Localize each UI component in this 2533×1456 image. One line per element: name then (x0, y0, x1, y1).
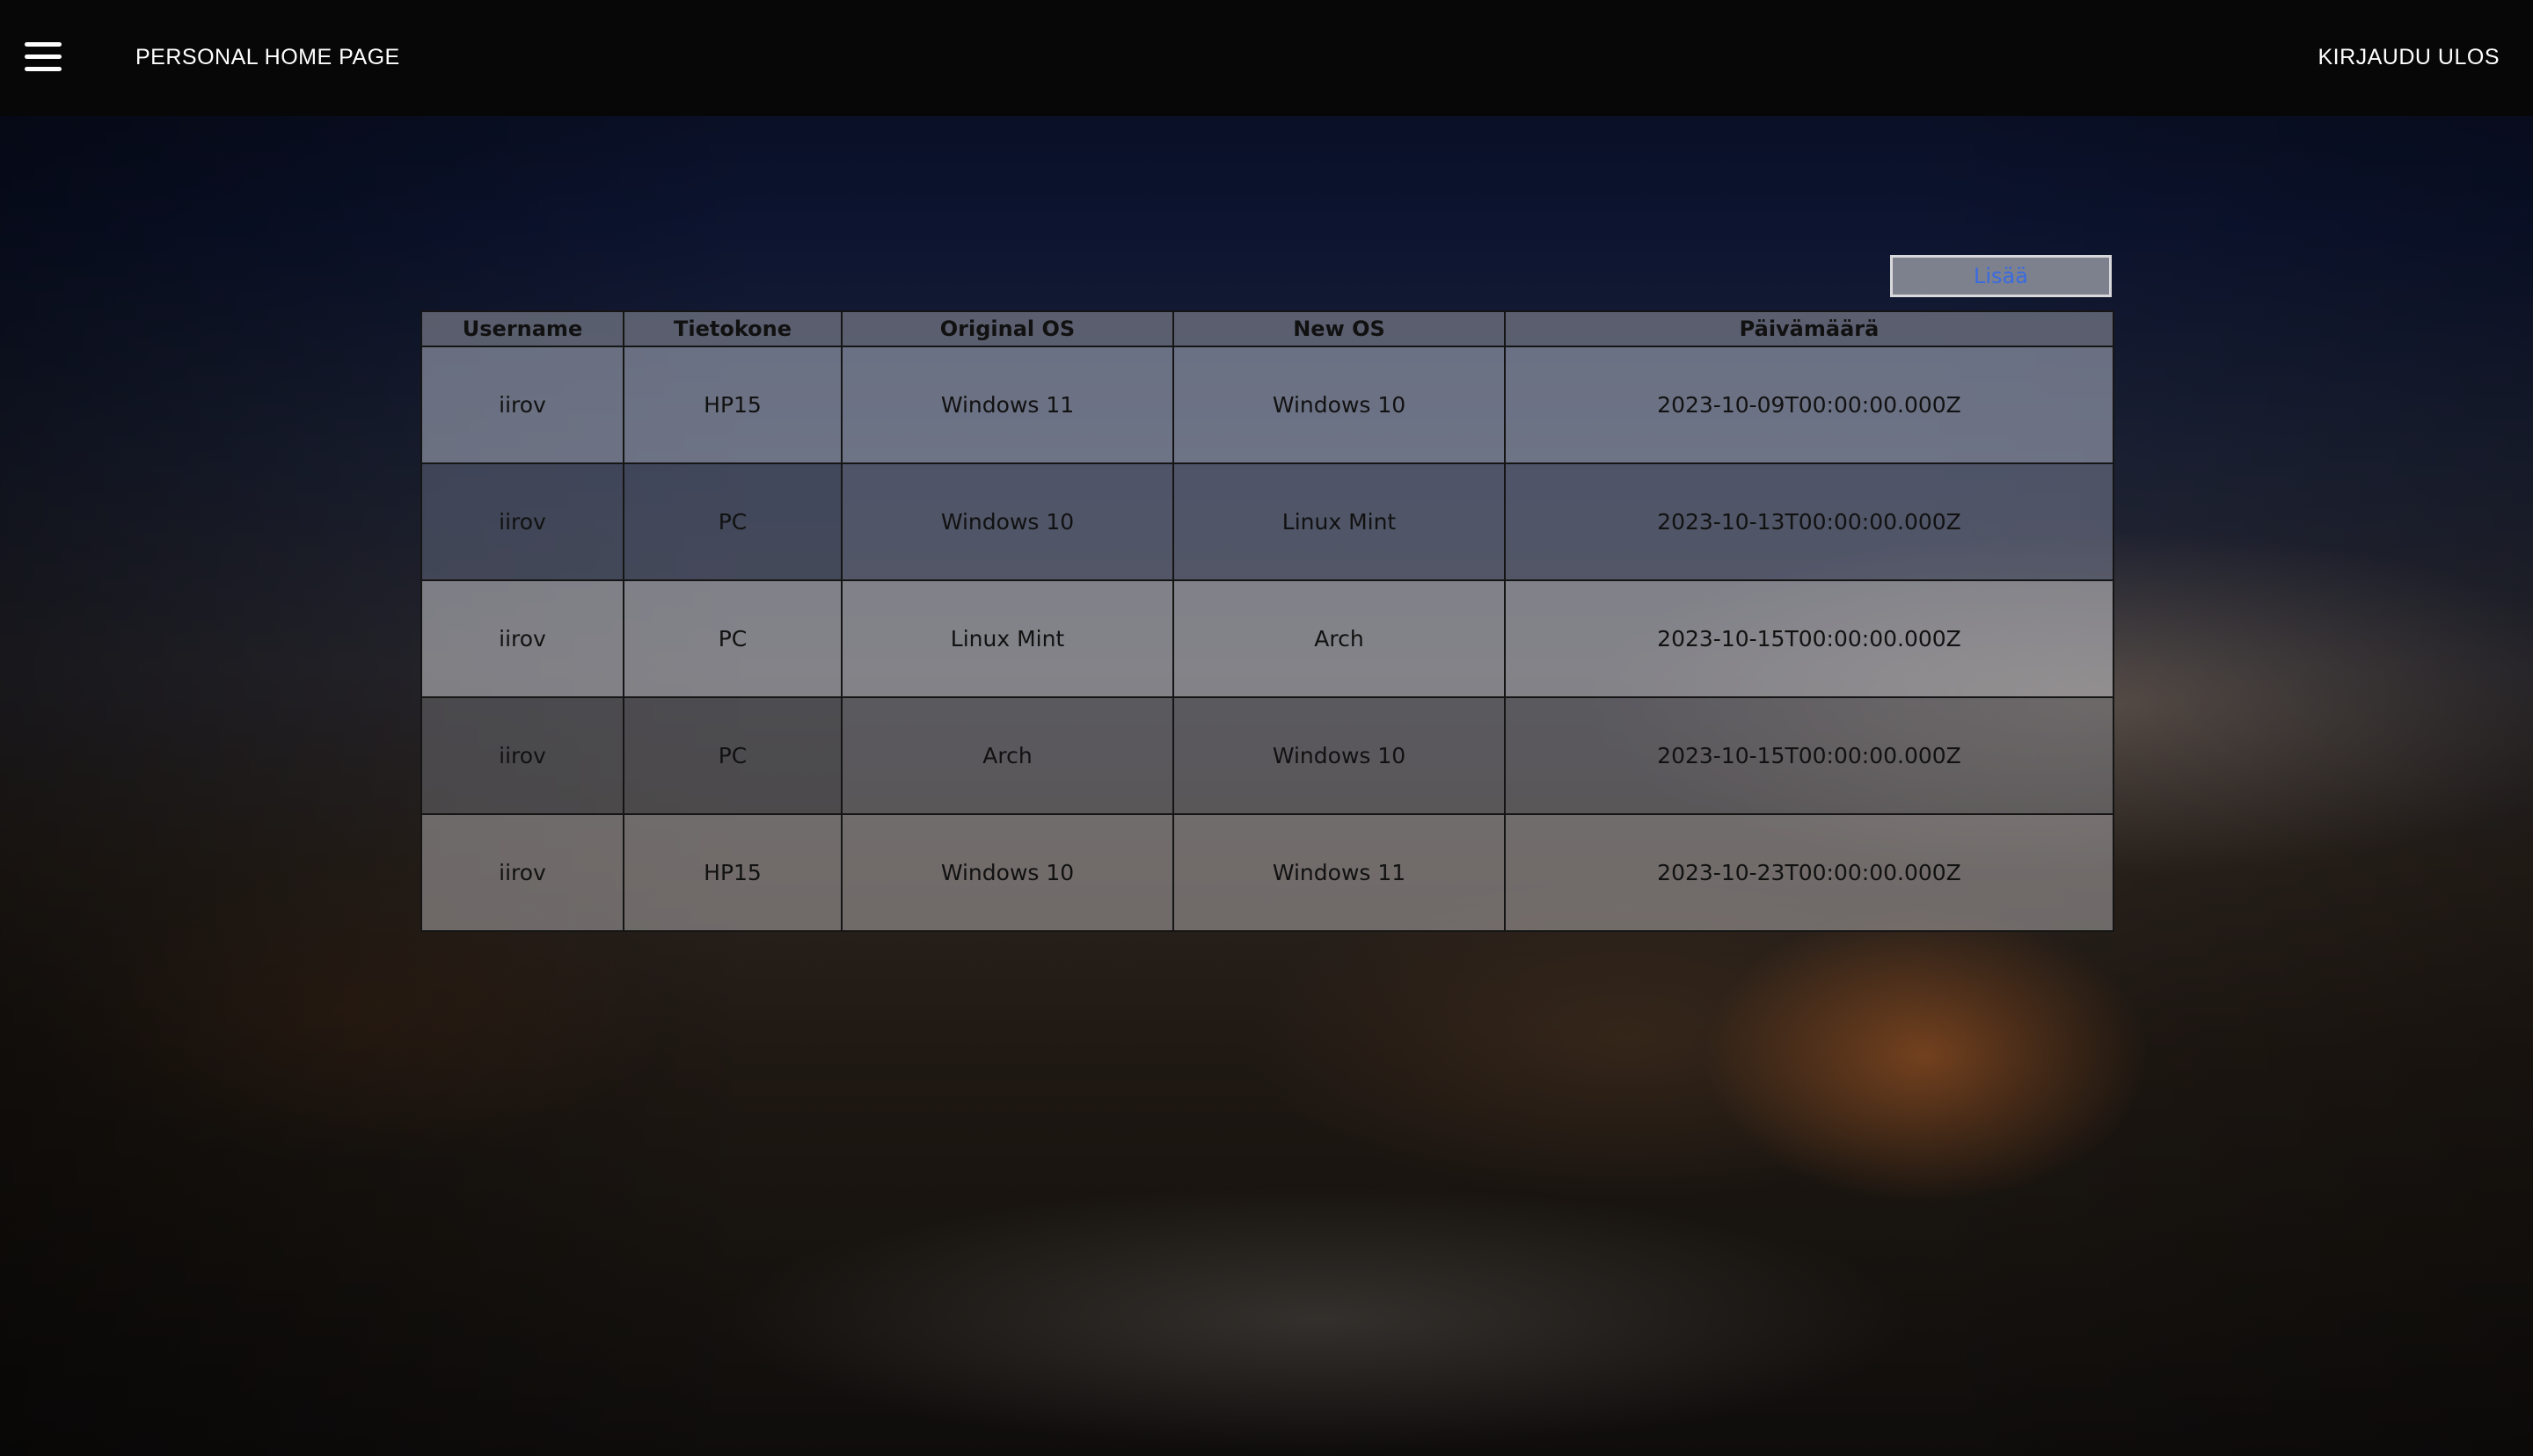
cell-original-os: Windows 11 (841, 346, 1174, 464)
cell-tietokone: HP15 (623, 346, 843, 464)
cell-date: 2023-10-09T00:00:00.000Z (1504, 346, 2114, 464)
table-header-row: Username Tietokone Original OS New OS Pä… (420, 310, 2114, 347)
cell-original-os: Linux Mint (841, 579, 1174, 698)
cell-tietokone: PC (623, 462, 843, 581)
cell-username: iirov (420, 462, 624, 581)
cell-date: 2023-10-13T00:00:00.000Z (1504, 462, 2114, 581)
cell-tietokone: HP15 (623, 813, 843, 932)
logout-link[interactable]: KIRJAUDU ULOS (2318, 42, 2500, 72)
table-row: iirov HP15 Windows 10 Windows 11 2023-10… (420, 813, 2114, 932)
cell-username: iirov (420, 579, 624, 698)
cell-original-os: Windows 10 (841, 813, 1174, 932)
cell-new-os: Windows 11 (1172, 813, 1506, 932)
cell-date: 2023-10-15T00:00:00.000Z (1504, 579, 2114, 698)
hamburger-bar (25, 42, 62, 47)
hamburger-bar (25, 55, 62, 59)
table-row: iirov PC Windows 10 Linux Mint 2023-10-1… (420, 462, 2114, 581)
cell-date: 2023-10-15T00:00:00.000Z (1504, 696, 2114, 815)
cell-original-os: Windows 10 (841, 462, 1174, 581)
top-navbar: PERSONAL HOME PAGE KIRJAUDU ULOS (0, 0, 2533, 116)
cell-original-os: Arch (841, 696, 1174, 815)
hamburger-menu-icon[interactable] (25, 42, 62, 72)
cell-tietokone: PC (623, 696, 843, 815)
column-header-username: Username (420, 310, 624, 347)
records-table: Username Tietokone Original OS New OS Pä… (420, 310, 2114, 932)
column-header-original-os: Original OS (841, 310, 1174, 347)
column-header-new-os: New OS (1172, 310, 1506, 347)
cell-username: iirov (420, 813, 624, 932)
table-row: iirov PC Arch Windows 10 2023-10-15T00:0… (420, 696, 2114, 815)
cell-new-os: Windows 10 (1172, 346, 1506, 464)
table-row: iirov HP15 Windows 11 Windows 10 2023-10… (420, 346, 2114, 464)
brand-link[interactable]: PERSONAL HOME PAGE (135, 42, 400, 72)
column-header-paivamaara: Päivämäärä (1504, 310, 2114, 347)
cell-tietokone: PC (623, 579, 843, 698)
hamburger-bar (25, 67, 62, 71)
cell-new-os: Arch (1172, 579, 1506, 698)
cell-username: iirov (420, 346, 624, 464)
cell-username: iirov (420, 696, 624, 815)
table-row: iirov PC Linux Mint Arch 2023-10-15T00:0… (420, 579, 2114, 698)
cell-new-os: Windows 10 (1172, 696, 1506, 815)
cell-new-os: Linux Mint (1172, 462, 1506, 581)
column-header-tietokone: Tietokone (623, 310, 843, 347)
cell-date: 2023-10-23T00:00:00.000Z (1504, 813, 2114, 932)
add-button[interactable]: Lisää (1890, 255, 2112, 297)
